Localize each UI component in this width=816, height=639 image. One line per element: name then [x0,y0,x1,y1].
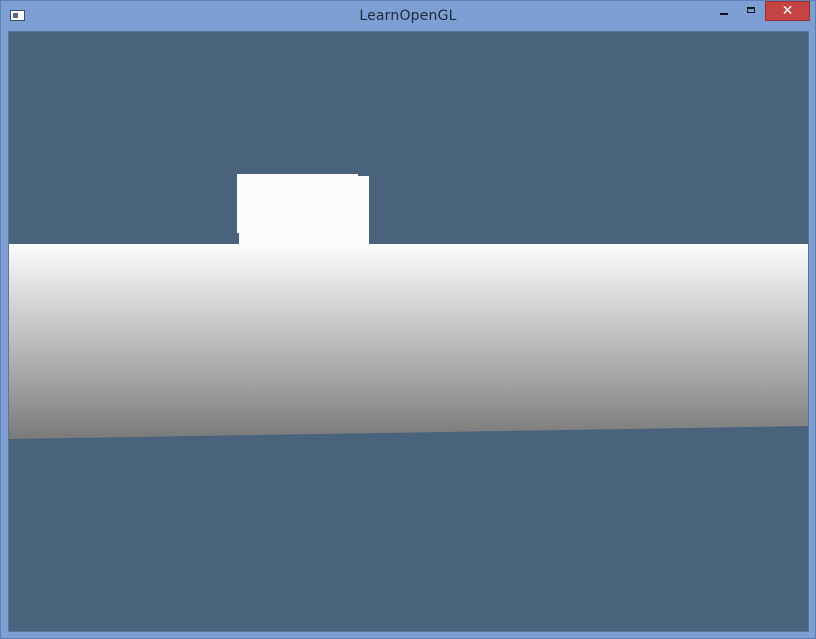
minimize-button[interactable] [712,1,738,22]
opengl-viewport[interactable] [8,31,809,632]
scene-canvas [9,32,808,631]
floor-plane [9,244,808,439]
cube [237,174,369,245]
close-icon: ✕ [781,3,794,19]
close-button[interactable]: ✕ [765,1,810,21]
maximize-button[interactable] [739,1,764,22]
app-window: LearnOpenGL ✕ [0,0,816,639]
window-title: LearnOpenGL [359,8,457,24]
title-bar[interactable]: LearnOpenGL ✕ [1,1,815,31]
